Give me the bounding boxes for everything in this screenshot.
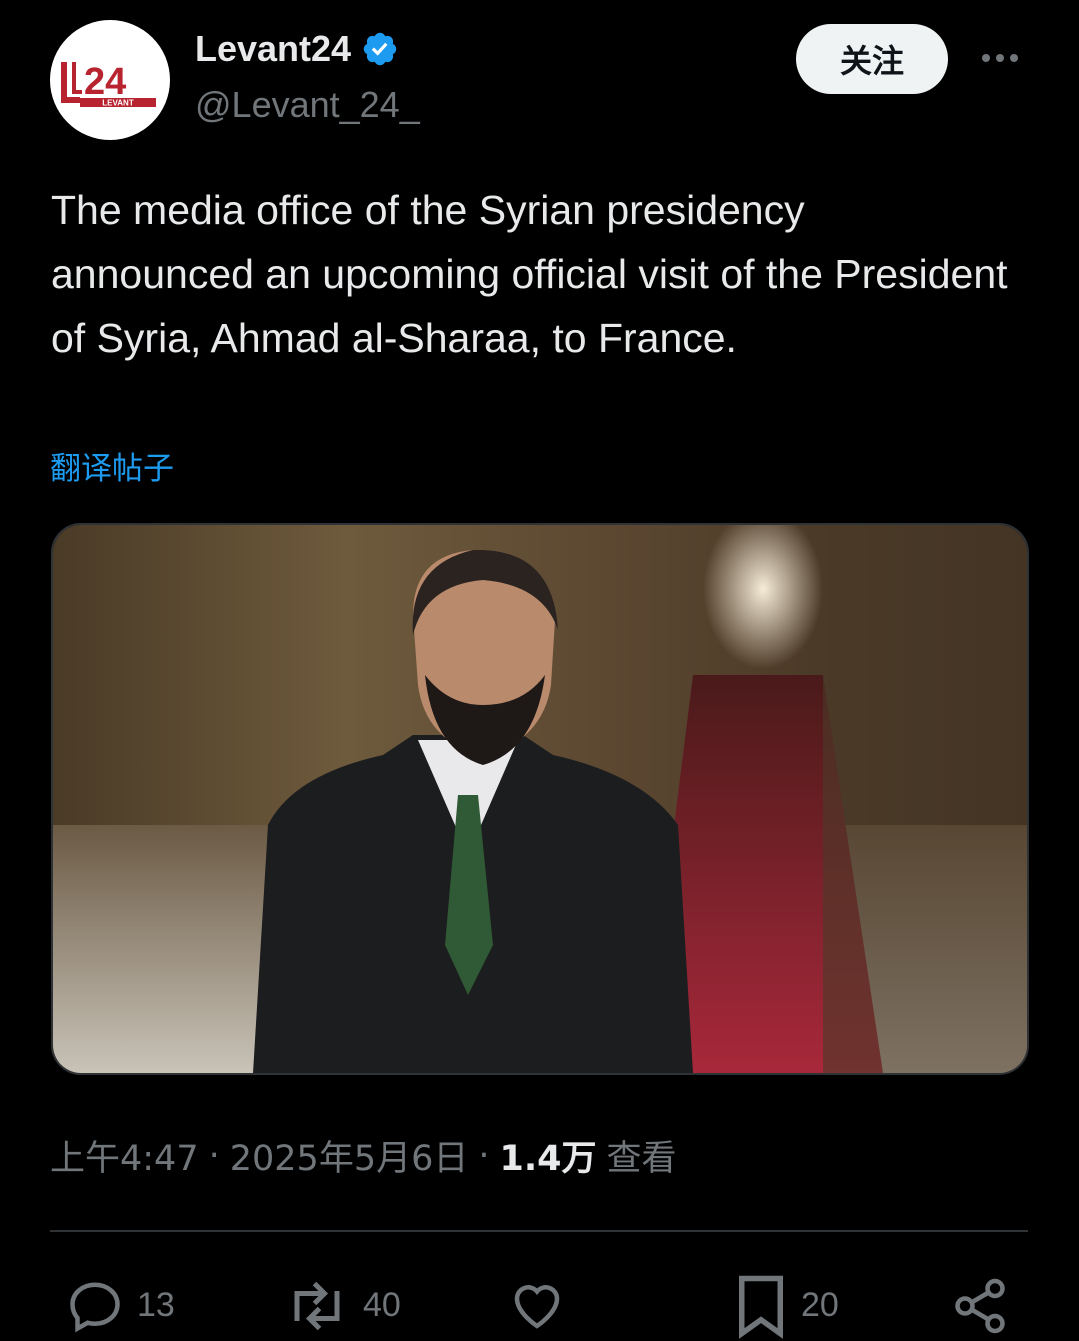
post-media[interactable] [51,523,1029,1075]
author-name[interactable]: Levant24 [195,28,399,70]
meta-separator: · [478,1135,490,1176]
levant24-logo: 24 LEVANT [61,61,156,108]
reply-button[interactable]: 13 [65,1270,175,1341]
display-name-text: Levant24 [195,28,352,69]
repost-icon [294,1281,340,1330]
logo-subtext: LEVANT [102,99,134,108]
avatar[interactable]: 24 LEVANT [50,20,170,140]
action-bar: 13 40 20 [0,1270,1079,1341]
divider [50,1230,1028,1232]
bookmark-icon [739,1275,783,1339]
repost-button[interactable]: 40 [283,1270,401,1341]
post-date[interactable]: 2025年5月6日 [230,1130,469,1181]
verified-badge-icon [363,32,397,66]
translate-post-link[interactable]: 翻译帖子 [50,443,174,488]
reply-icon [70,1281,120,1332]
views-label: 查看 [606,1139,677,1179]
post-photo [53,525,1027,1073]
post-time[interactable]: 上午4:47 [50,1130,199,1181]
reply-count: 13 [137,1286,175,1324]
post-meta: 上午4:47 · 2025年5月6日 · 1.4万 查看 [50,1130,677,1181]
bookmark-count: 20 [801,1286,839,1324]
more-horizontal-icon[interactable] [975,38,1025,78]
repost-count: 40 [363,1286,401,1324]
post-text: The media office of the Syrian presidenc… [51,187,1008,361]
heart-icon [514,1284,560,1329]
author-handle[interactable]: @Levant_24_ [195,84,420,126]
share-button[interactable] [950,1270,1010,1341]
logo-text: 24 [84,61,126,103]
follow-button[interactable]: 关注 [796,24,948,94]
bookmark-button[interactable]: 20 [733,1270,839,1341]
meta-separator: · [208,1135,220,1176]
views-count[interactable]: 1.4万 [500,1130,597,1181]
like-button[interactable] [505,1270,581,1341]
share-icon [955,1278,1005,1333]
